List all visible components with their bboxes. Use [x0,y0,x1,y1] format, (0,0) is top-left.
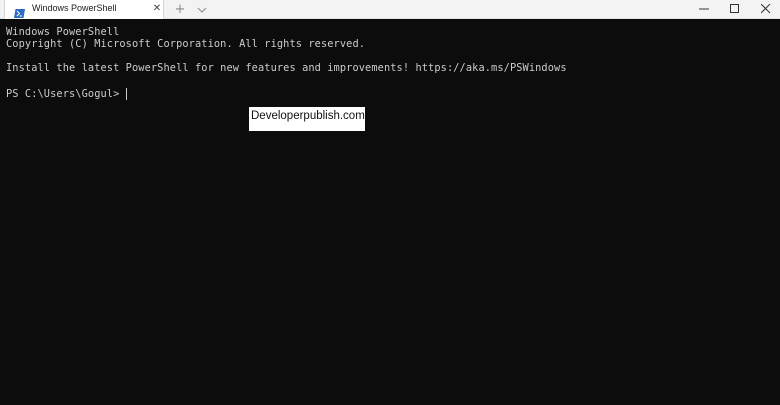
terminal-prompt[interactable]: PS C:\Users\Gogul> [6,88,126,100]
chevron-down-icon[interactable] [195,1,209,18]
minimize-icon [699,8,709,10]
terminal-line-install-hint: Install the latest PowerShell for new fe… [6,62,567,74]
tab-title: Windows PowerShell [32,3,117,13]
text-cursor [126,88,127,100]
new-tab-button[interactable]: + [172,1,188,18]
terminal-line-header: Windows PowerShell [6,26,120,38]
maximize-icon [730,4,739,13]
close-icon [761,4,771,14]
scrollbar[interactable] [774,20,780,405]
watermark-label: Developerpublish.com [249,107,365,131]
terminal-output[interactable]: Windows PowerShell Copyright (C) Microso… [0,20,780,405]
terminal-window: Windows PowerShell ✕ + Windows PowerShel… [0,0,780,405]
powershell-icon [14,4,25,18]
terminal-line-copyright: Copyright (C) Microsoft Corporation. All… [6,38,366,50]
watermark-text: Developerpublish.com [251,110,365,122]
tab-bar: Windows PowerShell ✕ + [0,0,780,19]
tab-windows-powershell[interactable]: Windows PowerShell ✕ [4,0,164,19]
close-tab-icon[interactable]: ✕ [151,2,163,16]
close-window-button[interactable] [748,0,780,19]
